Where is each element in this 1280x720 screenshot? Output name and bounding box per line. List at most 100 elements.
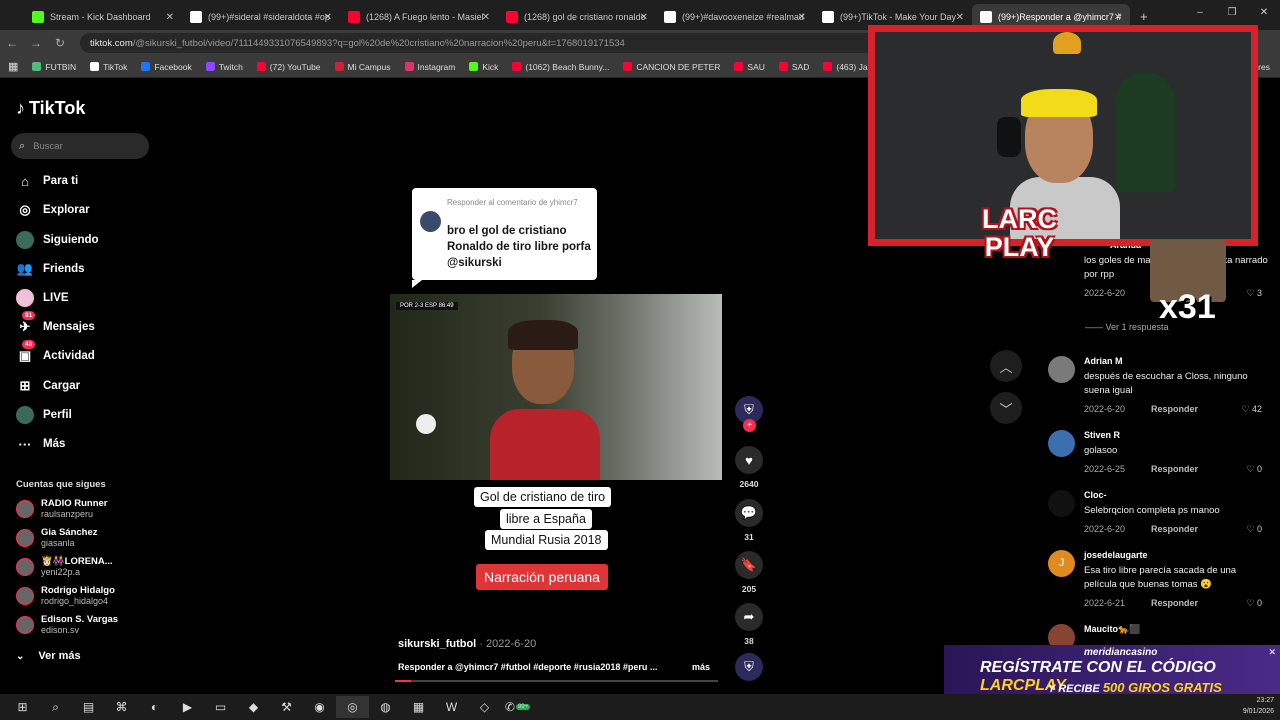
- nav-item[interactable]: ● Siguiendo: [16, 230, 99, 250]
- editor-icon[interactable]: ◇: [468, 696, 501, 718]
- reply-button[interactable]: Responder: [1151, 524, 1198, 534]
- search-input[interactable]: ⌕ Buscar: [11, 133, 149, 159]
- bookmark-item[interactable]: Facebook: [141, 62, 192, 72]
- media-icon[interactable]: ▶: [171, 696, 204, 718]
- video-progress-bar[interactable]: [395, 680, 718, 682]
- browser-tab[interactable]: (99+)#sideral #sideraldota #op ✕: [182, 4, 340, 30]
- bookmark-item[interactable]: FUTBIN: [32, 62, 76, 72]
- nav-item[interactable]: 👥 Friends: [16, 259, 85, 279]
- like-button[interactable]: ♥ 2640: [735, 446, 763, 489]
- browser-tab[interactable]: (1268) A Fuego lento - Masiel ✕: [340, 4, 498, 30]
- word-icon[interactable]: W: [435, 696, 468, 718]
- tab-close-icon[interactable]: ✕: [798, 12, 806, 23]
- obs-icon[interactable]: ◉: [303, 696, 336, 718]
- whatsapp-icon[interactable]: ✆ 99+: [501, 696, 534, 718]
- sound-disc-button[interactable]: ⛨: [735, 653, 763, 681]
- minimize-icon[interactable]: –: [1184, 0, 1216, 26]
- nav-item[interactable]: ⊞ Cargar: [16, 376, 81, 396]
- tiktok-logo[interactable]: ♪ TikTok: [16, 98, 85, 119]
- bookmark-item[interactable]: (1062) Beach Bunny...: [512, 62, 609, 72]
- commenter-name[interactable]: Stiven R: [1084, 430, 1120, 440]
- bookmark-item[interactable]: SAD: [778, 62, 809, 72]
- followed-account[interactable]: 👸🏻👭LORENA... yeni22p.a: [16, 556, 113, 578]
- ad-close-icon[interactable]: ✕: [1268, 647, 1276, 658]
- bookmark-item[interactable]: Instagram: [404, 62, 455, 72]
- nav-item[interactable]: ✈ 81 Mensajes: [16, 311, 95, 337]
- follow-plus-icon[interactable]: +: [743, 419, 756, 432]
- followed-account[interactable]: Edison S. Vargas edison.sv: [16, 614, 118, 636]
- restore-icon[interactable]: ❐: [1216, 0, 1248, 26]
- comment-like-button[interactable]: ♡ 3: [1246, 288, 1262, 299]
- tab-close-icon[interactable]: ✕: [1114, 12, 1122, 23]
- close-window-icon[interactable]: ✕: [1248, 0, 1280, 26]
- bookmark-item[interactable]: (72) YouTube: [256, 62, 321, 72]
- bookmark-item[interactable]: CANCION DE PETER: [623, 62, 720, 72]
- chrome-icon[interactable]: ◎: [336, 696, 369, 718]
- nav-item[interactable]: ◎ Explorar: [16, 200, 89, 220]
- reply-button[interactable]: Responder: [1151, 404, 1198, 414]
- browser-tab[interactable]: Stream - Kick Dashboard ✕: [24, 4, 182, 30]
- comment-like-button[interactable]: ♡ 0: [1246, 464, 1262, 475]
- calculator-icon[interactable]: ▦: [402, 696, 435, 718]
- nav-item[interactable]: ▣ 48 Actividad: [16, 340, 95, 366]
- view-replies-link[interactable]: —— Ver 1 respuesta: [1085, 322, 1169, 332]
- nav-item[interactable]: ● LIVE: [16, 288, 69, 308]
- comment-like-button[interactable]: ♡ 0: [1246, 598, 1262, 609]
- tab-close-icon[interactable]: ✕: [166, 12, 174, 23]
- followed-account[interactable]: Rodrigo Hidalgo rodrigo_hidalgo4: [16, 585, 115, 607]
- edge-icon[interactable]: ◐: [138, 696, 171, 718]
- vscode-icon[interactable]: ⌘: [105, 696, 138, 718]
- tab-close-icon[interactable]: ✕: [324, 12, 332, 23]
- commenter-name[interactable]: Cloc-: [1084, 490, 1107, 500]
- nav-item[interactable]: ⌂ Para ti: [16, 171, 78, 191]
- obs-studio-icon[interactable]: ◍: [369, 696, 402, 718]
- store-icon[interactable]: ▤: [72, 696, 105, 718]
- reply-button[interactable]: Responder: [1151, 464, 1198, 474]
- back-icon[interactable]: ←: [0, 36, 24, 50]
- bookmark-item[interactable]: TikTok: [90, 62, 127, 72]
- followed-account[interactable]: Gia Sánchez giasanla: [16, 527, 98, 549]
- reply-button[interactable]: Responder: [1151, 598, 1198, 608]
- bookmark-item[interactable]: Kick: [469, 62, 498, 72]
- see-more-button[interactable]: ⌄ Ver más: [16, 650, 81, 662]
- commenter-name[interactable]: Maucito🐆⬛: [1084, 624, 1140, 635]
- share-button[interactable]: ➦ 38: [735, 603, 763, 646]
- file-explorer-icon[interactable]: ▭: [204, 696, 237, 718]
- browser-tab[interactable]: (1268) gol de cristiano ronaldo ✕: [498, 4, 656, 30]
- apps-grid-icon[interactable]: ▦: [8, 60, 18, 73]
- commenter-avatar[interactable]: J: [1048, 550, 1075, 577]
- commenter-avatar[interactable]: [1048, 430, 1075, 457]
- commenter-name[interactable]: josedelaugarte: [1084, 550, 1148, 560]
- video-frame[interactable]: POR 2-3 ESP 86:49: [390, 294, 722, 480]
- new-tab-button[interactable]: +: [1140, 9, 1148, 24]
- nav-item[interactable]: ▬ Perfil: [16, 405, 72, 425]
- casino-ad-banner[interactable]: meridiancasino REGÍSTRATE CON EL CÓDIGO …: [944, 645, 1280, 699]
- bookmark-item[interactable]: Twitch: [205, 62, 243, 72]
- forward-icon[interactable]: →: [24, 36, 48, 50]
- commenter-name[interactable]: Adrian M: [1084, 356, 1123, 366]
- system-clock[interactable]: 23:27 9/01/2026: [1243, 695, 1274, 717]
- save-button[interactable]: 🔖 205: [735, 551, 763, 594]
- tool-icon[interactable]: ⚒: [270, 696, 303, 718]
- commenter-avatar[interactable]: [1048, 356, 1075, 383]
- bookmark-item[interactable]: SAU: [734, 62, 765, 72]
- nav-item[interactable]: ··· Más: [16, 434, 66, 454]
- commenter-avatar[interactable]: [1048, 490, 1075, 517]
- next-video-button[interactable]: ﹀: [990, 392, 1022, 424]
- browser-tab[interactable]: (99+)#davooxeneize #realmad ✕: [656, 4, 814, 30]
- tab-close-icon[interactable]: ✕: [482, 12, 490, 23]
- reload-icon[interactable]: ↻: [48, 36, 72, 50]
- tab-close-icon[interactable]: ✕: [640, 12, 648, 23]
- comment-like-button[interactable]: ♡ 0: [1246, 524, 1262, 535]
- bookmark-item[interactable]: Mi Campus: [334, 62, 391, 72]
- previous-video-button[interactable]: ︿: [990, 350, 1022, 382]
- tab-close-icon[interactable]: ✕: [956, 12, 964, 23]
- author-avatar-button[interactable]: ⛨ +: [735, 396, 763, 432]
- more-link[interactable]: más: [692, 662, 710, 672]
- windows-start-icon[interactable]: ⊞: [6, 696, 39, 718]
- comment-like-button[interactable]: ♡ 42: [1241, 404, 1262, 415]
- search-taskbar-icon[interactable]: ⌕: [39, 696, 72, 718]
- followed-account[interactable]: RADIO Runner raulsanzperu: [16, 498, 108, 520]
- video-author[interactable]: sikurski_futbol · 2022-6-20: [398, 638, 536, 650]
- url-field[interactable]: tiktok.com/@sikurski_futbol/video/711144…: [80, 33, 940, 53]
